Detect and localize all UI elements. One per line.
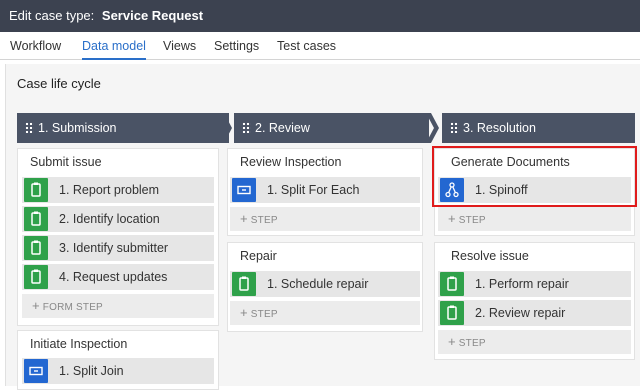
split-icon [232,178,256,202]
drag-handle-icon[interactable] [25,122,34,133]
plus-icon: + [448,334,456,349]
step-label: 1. Report problem [59,183,160,197]
step-label: 1. Split Join [59,364,124,378]
form-icon [440,272,464,296]
case-type-name: Service Request [101,8,204,23]
form-icon [440,301,464,325]
step-identify-submitter[interactable]: 3. Identify submitter [22,235,214,261]
drag-handle-icon[interactable] [242,122,251,133]
add-step-button[interactable]: + STEP [230,301,420,325]
plus-icon: + [240,211,248,226]
add-step-label: STEP [250,309,278,320]
step-split-for-each[interactable]: 1. Split For Each [230,177,420,203]
form-icon [24,207,48,231]
step-label: 3. Identify submitter [59,241,169,255]
process-title: Review Inspection [240,155,342,169]
form-icon [24,236,48,260]
plus-icon: + [32,298,40,313]
stage-label: 1. Submission [38,121,117,135]
stage-label: 2. Review [255,121,310,135]
step-split-join[interactable]: 1. Split Join [22,358,214,384]
add-form-step-button[interactable]: + FORM STEP [22,294,214,318]
step-label: 1. Perform repair [475,277,569,291]
process-title: Initiate Inspection [30,337,128,351]
stage-submission[interactable]: 1. Submission [17,113,229,143]
tab-views[interactable]: Views [163,32,196,60]
stage-review[interactable]: 2. Review [234,113,429,143]
add-step-button[interactable]: + STEP [230,207,420,231]
step-identify-location[interactable]: 2. Identify location [22,206,214,232]
process-title: Repair [240,249,277,263]
form-icon [232,272,256,296]
tab-workflow[interactable]: Workflow [10,32,61,60]
step-label: 2. Identify location [59,212,160,226]
step-label: 4. Request updates [59,270,168,284]
stage-resolution[interactable]: 3. Resolution [442,113,635,143]
step-label: 1. Split For Each [267,183,360,197]
add-step-label: STEP [458,338,486,349]
add-step-label: STEP [250,215,278,226]
step-label: 1. Schedule repair [267,277,369,291]
step-label: 2. Review repair [475,306,566,320]
plus-icon: + [448,211,456,226]
drag-handle-icon[interactable] [450,122,459,133]
stage-label: 3. Resolution [463,121,536,135]
step-schedule-repair[interactable]: 1. Schedule repair [230,271,420,297]
tab-test-cases[interactable]: Test cases [277,32,336,60]
form-icon [24,265,48,289]
form-icon [24,178,48,202]
split-icon [24,359,48,383]
step-request-updates[interactable]: 4. Request updates [22,264,214,290]
tab-data-model[interactable]: Data model [82,32,146,60]
add-step-button[interactable]: + STEP [438,207,631,231]
process-title: Submit issue [30,155,102,169]
plus-icon: + [240,305,248,320]
add-step-label: FORM STEP [42,302,103,313]
add-step-button[interactable]: + STEP [438,330,631,354]
tab-settings[interactable]: Settings [214,32,259,60]
stage-arrow-icon [426,113,439,143]
add-step-label: STEP [458,215,486,226]
step-perform-repair[interactable]: 1. Perform repair [438,271,631,297]
title-bar: Edit case type: Service Request [0,0,640,32]
step-review-repair[interactable]: 2. Review repair [438,300,631,326]
step-report-problem[interactable]: 1. Report problem [22,177,214,203]
highlight-box [432,146,637,207]
section-title: Case life cycle [17,76,101,91]
title-prefix: Edit case type: [9,8,95,23]
stage-arrow-icon [219,113,232,143]
tab-bar: Workflow Data model Views Settings Test … [0,32,640,60]
process-title: Resolve issue [451,249,529,263]
